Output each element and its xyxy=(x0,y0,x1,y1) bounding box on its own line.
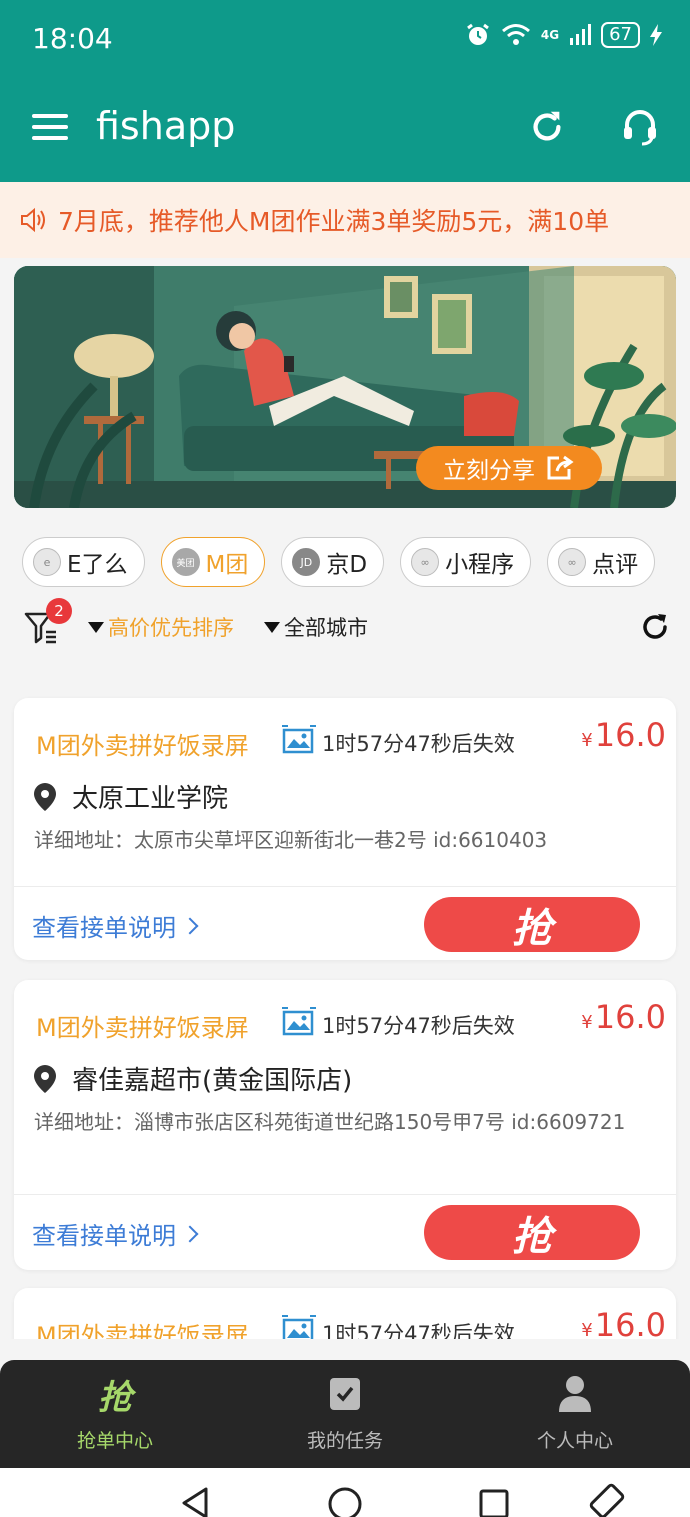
tab-eleme[interactable]: e E了么 xyxy=(22,537,145,587)
price-value: 16.0 xyxy=(594,716,666,754)
task-price: ¥16.0 xyxy=(581,998,666,1036)
alarm-icon xyxy=(466,23,489,45)
headset-icon[interactable] xyxy=(620,106,660,146)
dropdown-triangle-icon xyxy=(264,621,280,633)
battery-indicator: 67 xyxy=(601,22,640,48)
tab-meituan[interactable]: 美团 M团 xyxy=(160,537,266,587)
store-name: 太原工业学院 xyxy=(72,784,229,814)
recents-icon[interactable] xyxy=(478,1488,510,1517)
sort-dropdown[interactable]: 高价优先排序 xyxy=(88,612,234,642)
tab-label: 小程序 xyxy=(445,552,515,578)
chevron-right-icon xyxy=(181,917,199,934)
card-divider xyxy=(14,886,676,887)
status-time: 18:04 xyxy=(32,22,113,55)
task-card: M团外卖拼好饭录屏 1时57分47秒后失效 ¥16.0 睿佳嘉超市(黄金国际店)… xyxy=(14,980,676,1270)
status-bar: 18:04 4G 67 xyxy=(0,0,690,80)
bottom-nav: 抢 抢单中心 我的任务 个人中心 xyxy=(0,1360,690,1468)
order-guide-link[interactable]: 查看接单说明 xyxy=(32,908,199,943)
rotate-screen-icon[interactable] xyxy=(586,1482,628,1517)
tab-dianping[interactable]: ∞ 点评 xyxy=(547,537,656,587)
signal-icon xyxy=(570,24,592,45)
location-pin-icon xyxy=(34,1065,56,1093)
currency-symbol: ¥ xyxy=(581,1012,593,1033)
grab-order-button[interactable]: 抢 xyxy=(424,897,640,952)
system-nav-bar xyxy=(0,1468,690,1517)
app-title: fishapp xyxy=(96,104,236,148)
task-list: M团外卖拼好饭录屏 1时57分47秒后失效 ¥16.0 太原工业学院 详细地址：… xyxy=(0,684,690,1339)
nav-label: 抢单中心 xyxy=(76,1430,153,1452)
order-guide-link[interactable]: 查看接单说明 xyxy=(32,1216,199,1251)
chevron-right-icon xyxy=(181,1225,199,1242)
home-icon[interactable] xyxy=(327,1486,363,1517)
task-price: ¥16.0 xyxy=(581,1306,666,1339)
link-icon: ∞ xyxy=(558,548,587,576)
announcement-bar[interactable]: 7月底，推荐他人M团作业满3单奖励5元，满10单 xyxy=(0,182,690,258)
nav-label: 个人中心 xyxy=(536,1430,613,1452)
tab-label: 京D xyxy=(326,552,368,578)
user-icon xyxy=(558,1374,592,1414)
wifi-icon xyxy=(501,24,530,45)
task-card: M团外卖拼好饭录屏 1时57分47秒后失效 ¥16.0 太原工业学院 详细地址：… xyxy=(14,698,676,960)
network-type: 4G xyxy=(540,28,560,42)
link-icon: ∞ xyxy=(411,548,440,576)
expire-countdown: 1时57分47秒后失效 xyxy=(322,1322,515,1339)
currency-symbol: ¥ xyxy=(581,730,593,751)
store-address: 详细地址：太原市尖草坪区迎新街北一巷2号 id:6610403 xyxy=(34,828,548,852)
expire-countdown: 1时57分47秒后失效 xyxy=(322,1014,515,1038)
announcement-text: 7月底，推荐他人M团作业满3单奖励5元，满10单 xyxy=(58,207,610,236)
jd-icon: JD xyxy=(292,548,321,576)
currency-symbol: ¥ xyxy=(581,1320,593,1339)
eleme-icon: e xyxy=(33,548,61,576)
platform-tabs: e E了么 美团 M团 JD 京D ∞ 小程序 ∞ 点评 xyxy=(22,537,690,587)
task-title: M团外卖拼好饭录屏 xyxy=(36,1322,249,1339)
card-divider xyxy=(14,1194,676,1195)
nav-profile[interactable]: 个人中心 xyxy=(460,1360,690,1468)
city-label: 全部城市 xyxy=(284,616,368,640)
dropdown-triangle-icon xyxy=(88,621,104,633)
share-button-label: 立刻分享 xyxy=(443,458,535,484)
city-dropdown[interactable]: 全部城市 xyxy=(264,612,368,642)
task-card: M团外卖拼好饭录屏 1时57分47秒后失效 ¥16.0 xyxy=(14,1288,676,1339)
tab-label: E了么 xyxy=(67,552,128,578)
speaker-icon xyxy=(21,207,45,233)
filter-row: 2 高价优先排序 全部城市 xyxy=(0,598,690,656)
task-title: M团外卖拼好饭录屏 xyxy=(36,1014,249,1042)
tab-jd[interactable]: JD 京D xyxy=(281,537,385,587)
app-bar: fishapp xyxy=(0,80,690,182)
share-icon xyxy=(547,455,574,480)
store-address: 详细地址：淄博市张店区科苑街道世纪路150号甲7号 id:6609721 xyxy=(34,1110,626,1134)
task-price: ¥16.0 xyxy=(581,716,666,754)
grab-icon: 抢 xyxy=(98,1377,132,1418)
share-button[interactable]: 立刻分享 xyxy=(416,446,602,490)
expire-countdown: 1时57分47秒后失效 xyxy=(322,732,515,756)
status-icons: 4G 67 xyxy=(465,22,662,48)
image-icon[interactable] xyxy=(282,724,316,756)
image-icon[interactable] xyxy=(282,1314,316,1339)
task-check-icon xyxy=(329,1374,361,1414)
sort-label: 高价优先排序 xyxy=(108,616,234,640)
price-value: 16.0 xyxy=(594,1306,666,1339)
filter-count-badge: 2 xyxy=(46,598,72,624)
guide-link-label: 查看接单说明 xyxy=(32,914,176,942)
image-icon[interactable] xyxy=(282,1006,316,1038)
nav-grab-center[interactable]: 抢 抢单中心 xyxy=(0,1360,230,1468)
task-title: M团外卖拼好饭录屏 xyxy=(36,732,249,760)
price-value: 16.0 xyxy=(594,998,666,1036)
tab-label: 点评 xyxy=(592,552,639,578)
nav-my-tasks[interactable]: 我的任务 xyxy=(230,1360,460,1468)
meituan-icon: 美团 xyxy=(171,548,200,576)
list-refresh-icon[interactable] xyxy=(640,612,670,642)
location-pin-icon xyxy=(34,783,56,811)
back-icon[interactable] xyxy=(180,1486,210,1517)
tab-label: M团 xyxy=(205,552,249,578)
nav-label: 我的任务 xyxy=(306,1430,383,1452)
menu-icon[interactable] xyxy=(32,114,68,140)
tab-mini-program[interactable]: ∞ 小程序 xyxy=(400,537,532,587)
charging-icon xyxy=(650,24,662,46)
guide-link-label: 查看接单说明 xyxy=(32,1222,176,1250)
store-name: 睿佳嘉超市(黄金国际店) xyxy=(72,1066,353,1096)
refresh-icon[interactable] xyxy=(528,108,566,146)
grab-order-button[interactable]: 抢 xyxy=(424,1205,640,1260)
